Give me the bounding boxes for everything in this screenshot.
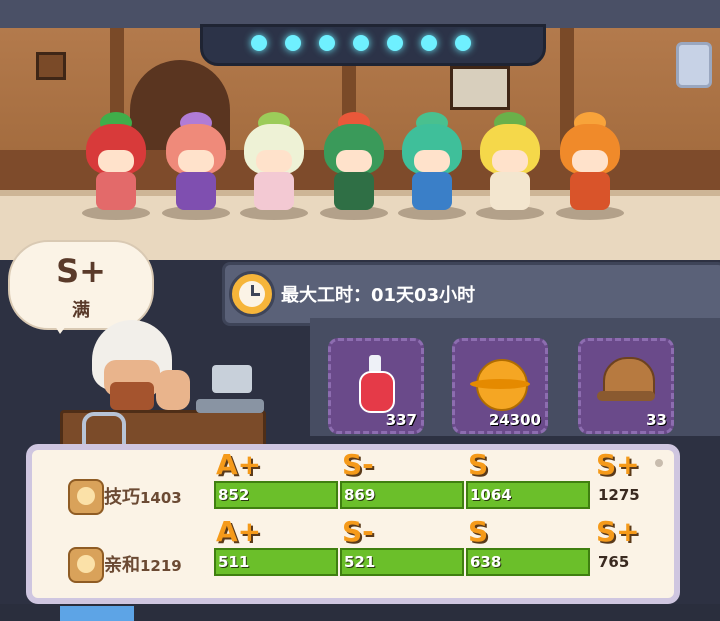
material-slot-helmet[interactable]: 33 bbox=[578, 338, 674, 434]
stat-name-affinity: 亲和 bbox=[104, 555, 140, 576]
indicator-light bbox=[251, 35, 267, 51]
hammer-head bbox=[212, 365, 252, 393]
material-slot-potion[interactable]: 337 bbox=[328, 338, 424, 434]
skill-glyph bbox=[77, 487, 95, 505]
character-face bbox=[336, 150, 372, 172]
threshold-value: 511 bbox=[218, 553, 250, 571]
planet-icon bbox=[470, 355, 530, 413]
character-face bbox=[256, 150, 292, 172]
threshold-value: 765 bbox=[598, 553, 630, 571]
card-dot bbox=[655, 459, 663, 467]
blacksmith-character[interactable] bbox=[82, 320, 192, 420]
character-body bbox=[570, 172, 610, 210]
affinity-icon bbox=[68, 547, 104, 583]
grade-speech-bubble: S+ 满 bbox=[8, 240, 154, 330]
threshold-value: 638 bbox=[470, 553, 502, 571]
indicator-light bbox=[285, 35, 301, 51]
character-cabbage[interactable] bbox=[236, 110, 312, 220]
clock-icon bbox=[229, 271, 275, 317]
character-body bbox=[412, 172, 452, 210]
grade-label: S+ bbox=[596, 448, 640, 481]
affinity-glyph bbox=[77, 555, 95, 573]
skill-icon bbox=[68, 479, 104, 515]
threshold-value: 1064 bbox=[470, 486, 512, 504]
stat-value-affinity: 1219 bbox=[140, 557, 182, 575]
grade-label: S- bbox=[342, 448, 374, 481]
potion-bulb bbox=[359, 371, 395, 413]
character-body bbox=[254, 172, 294, 210]
indicator-light bbox=[353, 35, 369, 51]
helmet-rim bbox=[597, 391, 655, 401]
indicator-light bbox=[387, 35, 403, 51]
character-face bbox=[414, 150, 450, 172]
side-hook-icon[interactable] bbox=[676, 42, 712, 88]
grade-label: S bbox=[468, 448, 489, 481]
anvil-hammer-icon bbox=[190, 365, 270, 415]
character-face bbox=[178, 150, 214, 172]
bottom-tab[interactable] bbox=[60, 606, 134, 621]
character-face bbox=[98, 150, 134, 172]
character-body bbox=[96, 172, 136, 210]
character-strawberry[interactable] bbox=[78, 110, 154, 220]
material-count: 337 bbox=[385, 411, 417, 429]
grade-label: S bbox=[468, 515, 489, 548]
stat-name-skill: 技巧 bbox=[104, 487, 140, 508]
material-count: 24300 bbox=[488, 411, 541, 429]
bubble-grade-text: S+ bbox=[56, 252, 106, 290]
smith-beard bbox=[110, 382, 154, 410]
character-face bbox=[572, 150, 608, 172]
indicator-panel bbox=[200, 24, 546, 66]
character-face bbox=[492, 150, 528, 172]
helmet-icon bbox=[597, 357, 655, 407]
work-time-panel: 最大工时：01天03小时 bbox=[222, 262, 720, 326]
character-orange[interactable] bbox=[552, 110, 628, 220]
stat-row-skill: 技巧1403 bbox=[104, 483, 182, 509]
bubble-status-text: 满 bbox=[72, 300, 90, 321]
character-lemon[interactable] bbox=[472, 110, 548, 220]
indicator-light bbox=[455, 35, 471, 51]
bubble-tail bbox=[50, 318, 72, 334]
grade-label: A+ bbox=[216, 448, 262, 481]
threshold-value: 869 bbox=[344, 486, 376, 504]
stat-value-skill: 1403 bbox=[140, 489, 182, 507]
character-pea[interactable] bbox=[316, 110, 392, 220]
threshold-value: 1275 bbox=[598, 486, 640, 504]
planet-ring bbox=[470, 379, 530, 389]
grade-label: S+ bbox=[596, 515, 640, 548]
character-body bbox=[176, 172, 216, 210]
stat-row-affinity: 亲和1219 bbox=[104, 551, 182, 577]
material-slot-planet[interactable]: 24300 bbox=[452, 338, 548, 434]
potion-icon bbox=[359, 355, 395, 413]
wall-notice bbox=[450, 66, 510, 110]
indicator-light bbox=[421, 35, 437, 51]
threshold-value: 521 bbox=[344, 553, 376, 571]
material-count: 33 bbox=[646, 411, 667, 429]
wall-picture bbox=[36, 52, 66, 80]
max-work-time-text: 最大工时：01天03小时 bbox=[281, 285, 476, 306]
smith-arm bbox=[156, 370, 190, 410]
character-body bbox=[334, 172, 374, 210]
indicator-light bbox=[319, 35, 335, 51]
grade-label: A+ bbox=[216, 515, 262, 548]
character-grape[interactable] bbox=[158, 110, 234, 220]
anvil-base bbox=[196, 399, 264, 413]
character-body bbox=[490, 172, 530, 210]
clock-hand bbox=[251, 293, 260, 296]
grade-label: S- bbox=[342, 515, 374, 548]
character-mint[interactable] bbox=[394, 110, 470, 220]
game-scene: S+ 满 最大工时：01天03小时 337 24300 33 技巧1403 A+… bbox=[0, 0, 720, 621]
threshold-value: 852 bbox=[218, 486, 250, 504]
